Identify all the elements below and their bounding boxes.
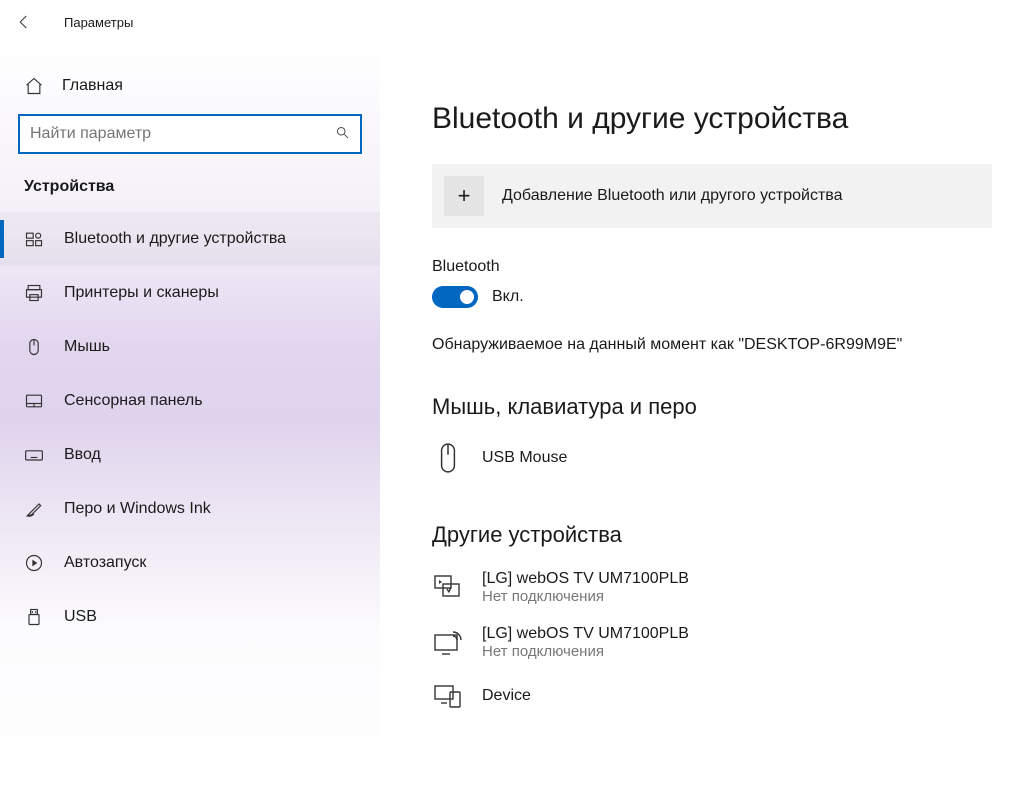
sidebar-item-label: USB [64,608,97,626]
home-label: Главная [62,77,123,95]
media-device-icon [432,572,464,604]
window-title: Параметры [64,15,133,30]
discoverable-text: Обнаруживаемое на данный момент как "DES… [432,336,984,354]
device-name: Device [482,687,531,705]
sidebar-item-usb[interactable]: USB [0,590,380,644]
pen-icon [24,499,44,519]
sidebar-item-label: Перо и Windows Ink [64,500,211,518]
page-title: Bluetooth и другие устройства [432,102,984,136]
bluetooth-toggle[interactable] [432,286,478,308]
display-wireless-icon [432,627,464,659]
device-row-media[interactable]: [LG] webOS TV UM7100PLB Нет подключения [432,564,984,619]
home-link[interactable]: Главная [0,58,380,114]
bluetooth-devices-icon [24,229,44,249]
mouse-icon [24,337,44,357]
device-status: Нет подключения [482,643,689,660]
device-name: USB Mouse [482,449,567,467]
search-input[interactable] [30,125,335,143]
search-icon [335,125,350,144]
mouse-device-icon [432,442,464,474]
bluetooth-toggle-state: Вкл. [492,288,524,306]
sidebar-item-touchpad[interactable]: Сенсорная панель [0,374,380,428]
home-icon [24,76,44,96]
sidebar-item-pen[interactable]: Перо и Windows Ink [0,482,380,536]
sidebar-item-label: Мышь [64,338,110,356]
device-name: [LG] webOS TV UM7100PLB [482,625,689,643]
sidebar-item-typing[interactable]: Ввод [0,428,380,482]
sidebar-item-label: Сенсорная панель [64,392,203,410]
generic-device-icon [432,680,464,712]
usb-icon [24,607,44,627]
sidebar-item-printers[interactable]: Принтеры и сканеры [0,266,380,320]
main-panel: Bluetooth и другие устройства + Добавлен… [380,44,1024,797]
device-row-generic[interactable]: Device [432,674,984,726]
back-button[interactable] [8,6,40,38]
sidebar: Главная Устройства Bluetooth и другие ус… [0,44,380,797]
search-box[interactable] [18,114,362,154]
sidebar-item-label: Ввод [64,446,101,464]
sidebar-item-bluetooth[interactable]: Bluetooth и другие устройства [0,212,380,266]
section-header-devices: Устройства [0,178,380,212]
device-status: Нет подключения [482,588,689,605]
bluetooth-label: Bluetooth [432,258,984,276]
sidebar-item-label: Bluetooth и другие устройства [64,230,286,248]
device-name: [LG] webOS TV UM7100PLB [482,570,689,588]
autoplay-icon [24,553,44,573]
sidebar-item-mouse[interactable]: Мышь [0,320,380,374]
add-device-button[interactable]: + Добавление Bluetooth или другого устро… [432,164,992,228]
printer-icon [24,283,44,303]
plus-icon: + [444,176,484,216]
sidebar-item-label: Принтеры и сканеры [64,284,219,302]
keyboard-icon [24,445,44,465]
sidebar-item-autoplay[interactable]: Автозапуск [0,536,380,590]
touchpad-icon [24,391,44,411]
device-row-display[interactable]: [LG] webOS TV UM7100PLB Нет подключения [432,619,984,674]
section-other-devices: Другие устройства [432,522,984,548]
add-device-label: Добавление Bluetooth или другого устройс… [502,187,843,205]
device-row-usb-mouse[interactable]: USB Mouse [432,436,984,488]
section-mouse-keyboard: Мышь, клавиатура и перо [432,394,984,420]
sidebar-item-label: Автозапуск [64,554,146,572]
